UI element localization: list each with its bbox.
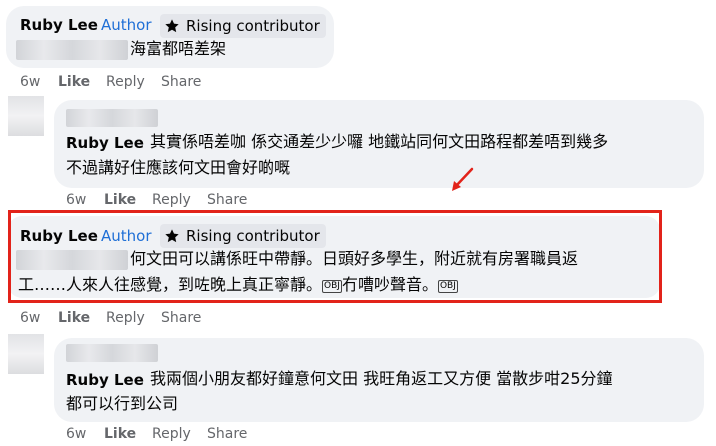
comment-author-name[interactable]: Ruby Lee	[20, 16, 98, 34]
like-button[interactable]: Like	[104, 426, 152, 442]
avatar[interactable]	[8, 334, 44, 374]
avatar[interactable]	[8, 96, 44, 136]
comment-author-name[interactable]: Ruby Lee	[20, 227, 98, 245]
redacted-mention	[16, 250, 128, 270]
timestamp[interactable]: 6w	[20, 310, 58, 326]
comment-text: 何文田可以講係旺中帶靜。日頭好多學生，附近就有房署職員返	[130, 249, 579, 268]
like-button[interactable]: Like	[58, 74, 106, 90]
reply-button[interactable]: Reply	[152, 426, 207, 442]
reply-button[interactable]: Reply	[106, 310, 161, 326]
badge-label: Rising contributor	[186, 17, 320, 35]
comment-actions: 6w Like Reply Share	[20, 74, 201, 90]
redacted-mention	[66, 344, 158, 362]
comment-text: 海富都唔差架	[130, 39, 227, 58]
share-button[interactable]: Share	[161, 74, 201, 90]
like-button[interactable]: Like	[104, 192, 152, 208]
share-button[interactable]: Share	[207, 426, 247, 442]
comment-author-name[interactable]: Ruby Lee	[66, 371, 144, 389]
comment-author-name[interactable]: Ruby Lee	[66, 134, 144, 152]
like-button[interactable]: Like	[58, 310, 106, 326]
reply-button[interactable]: Reply	[152, 192, 207, 208]
star-badge-icon	[165, 229, 179, 243]
redacted-mention	[16, 40, 128, 60]
author-tag: Author	[101, 227, 152, 245]
author-tag: Author	[101, 16, 152, 34]
comment-text: 我兩個小朋友都好鐘意何文田 我旺角返工又方便 當散步咁25分鐘	[150, 369, 613, 388]
comment-actions: 6w Like Reply Share	[20, 310, 201, 326]
rising-contributor-badge[interactable]: Rising contributor	[160, 224, 326, 248]
timestamp[interactable]: 6w	[66, 192, 104, 208]
red-arrow-icon	[452, 167, 474, 191]
timestamp[interactable]: 6w	[66, 426, 104, 442]
reply-button[interactable]: Reply	[106, 74, 161, 90]
comment-actions: 6w Like Reply Share	[66, 192, 247, 208]
share-button[interactable]: Share	[161, 310, 201, 326]
badge-label: Rising contributor	[186, 227, 320, 245]
comment-text-line2: 工……人來人往感覺，到咗晚上真正寧靜。 OBJ 冇嘈吵聲音。 OBJ	[18, 272, 458, 298]
comment-actions: 6w Like Reply Share	[66, 426, 247, 442]
star-badge-icon	[165, 19, 179, 33]
redacted-mention	[66, 109, 158, 127]
comment-text-line2: 不過講好住應該何文田會好啲嘅	[66, 158, 291, 177]
rising-contributor-badge[interactable]: Rising contributor	[160, 14, 326, 38]
comment-text: 其實係唔差咖 係交通差少少囉 地鐵站同何文田路程都差唔到幾多	[150, 132, 609, 151]
comment-text-segment: 工……人來人往感覺，到咗晚上真正寧靜。	[18, 275, 323, 294]
obj-placeholder-icon: OBJ	[437, 280, 458, 293]
comment-text-segment: 冇嘈吵聲音。	[341, 275, 438, 294]
comment-text-line2: 都可以行到公司	[66, 394, 179, 413]
share-button[interactable]: Share	[207, 192, 247, 208]
timestamp[interactable]: 6w	[20, 74, 58, 90]
obj-placeholder-icon: OBJ	[322, 280, 342, 293]
